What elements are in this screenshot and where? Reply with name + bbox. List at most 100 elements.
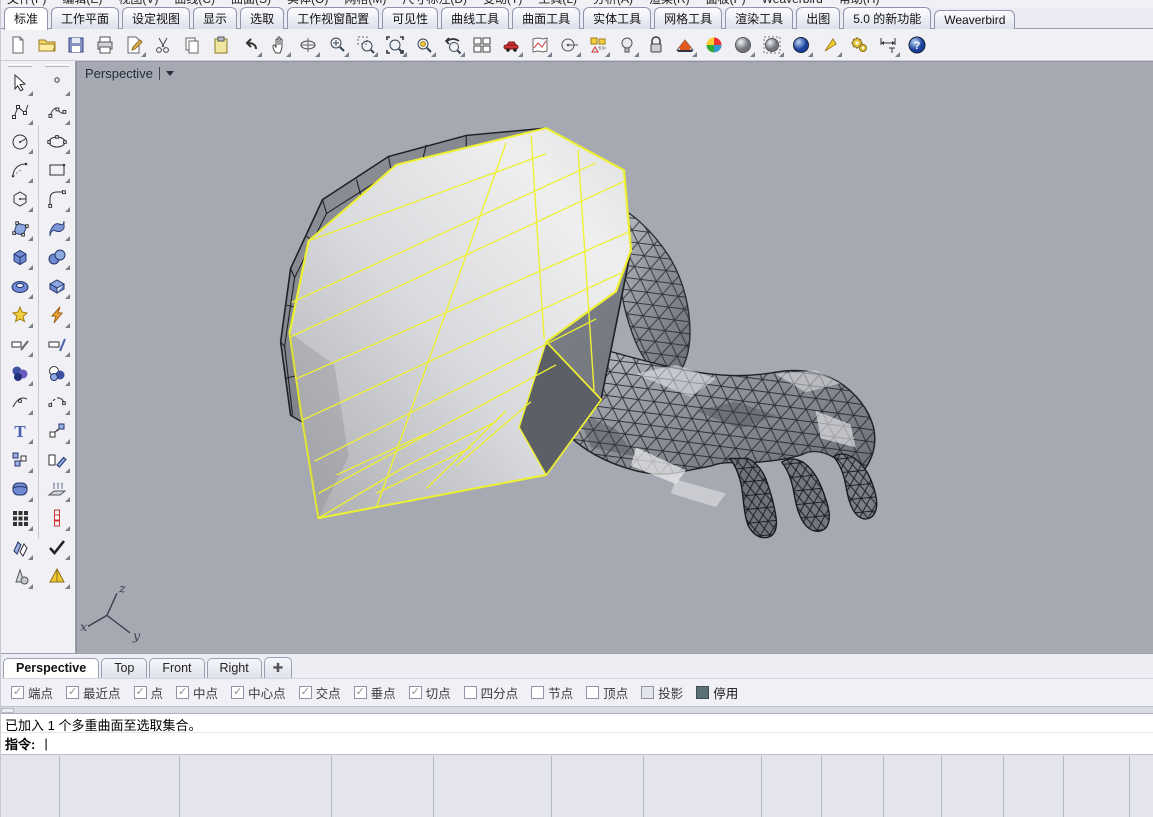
- viewport-canvas[interactable]: z x y: [77, 62, 1153, 653]
- menu-item[interactable]: 工具(L): [538, 0, 577, 7]
- ribbon-tab[interactable]: 工作视窗配置: [287, 7, 379, 29]
- open-file-icon[interactable]: [34, 32, 60, 58]
- menu-item[interactable]: 视图(V): [118, 0, 158, 7]
- boolean-spheres-icon[interactable]: [43, 243, 71, 271]
- osnap-checkbox[interactable]: [354, 686, 367, 699]
- osnap-toggle[interactable]: 顶点: [586, 683, 628, 702]
- curved-surface-icon[interactable]: [43, 214, 71, 242]
- menu-item[interactable]: 实体(O): [287, 0, 328, 7]
- select-arrow-icon[interactable]: [6, 69, 34, 97]
- osnap-disable-toggle[interactable]: 停用: [696, 683, 738, 702]
- zoom-extents-icon[interactable]: [382, 32, 408, 58]
- osnap-disable-checkbox[interactable]: [696, 686, 709, 699]
- trim-icon[interactable]: [6, 330, 34, 358]
- zoom-window-icon[interactable]: [353, 32, 379, 58]
- options-gears-icon[interactable]: [846, 32, 872, 58]
- star-burst-icon[interactable]: [6, 301, 34, 329]
- prism-group-icon[interactable]: [6, 533, 34, 561]
- osnap-checkbox[interactable]: [299, 686, 312, 699]
- viewport-perspective[interactable]: Perspective: [76, 61, 1153, 653]
- pan-hand-icon[interactable]: [266, 32, 292, 58]
- polygon-icon[interactable]: [6, 185, 34, 213]
- menu-item[interactable]: 帮助(H): [839, 0, 880, 7]
- split-icon[interactable]: [43, 330, 71, 358]
- menu-item[interactable]: 变动(T): [483, 0, 522, 7]
- ribbon-tab[interactable]: 曲面工具: [512, 7, 580, 29]
- ribbon-tab[interactable]: 标准: [4, 7, 48, 30]
- linear-array-icon[interactable]: [43, 504, 71, 532]
- menu-item[interactable]: 分析(A): [593, 0, 633, 7]
- osnap-checkbox[interactable]: [176, 686, 189, 699]
- ribbon-tab[interactable]: 出图: [796, 7, 840, 29]
- command-line[interactable]: 指令: |: [1, 733, 1153, 754]
- menu-item[interactable]: 编辑(E): [62, 0, 102, 7]
- ribbon-tab[interactable]: 可见性: [382, 7, 438, 29]
- paste-icon[interactable]: [208, 32, 234, 58]
- explode-lightning-icon[interactable]: [43, 301, 71, 329]
- viewport-tab[interactable]: ✚: [264, 657, 292, 678]
- menu-item[interactable]: 曲线(C): [174, 0, 215, 7]
- blocks-icon[interactable]: [6, 446, 34, 474]
- zoom-selected-icon[interactable]: [411, 32, 437, 58]
- osnap-toggle[interactable]: 交点: [299, 683, 341, 702]
- undo-icon[interactable]: [237, 32, 263, 58]
- cut-icon[interactable]: [150, 32, 176, 58]
- shaded-display-icon[interactable]: [730, 32, 756, 58]
- text-icon[interactable]: T: [6, 417, 34, 445]
- single-point-icon[interactable]: [43, 69, 71, 97]
- menu-item[interactable]: 曲面(S): [231, 0, 271, 7]
- osnap-checkbox[interactable]: [409, 686, 422, 699]
- save-icon[interactable]: [63, 32, 89, 58]
- walkabout-car-icon[interactable]: [498, 32, 524, 58]
- viewport-tab[interactable]: Perspective: [3, 658, 99, 678]
- ghosted-display-icon[interactable]: [759, 32, 785, 58]
- osnap-toggle[interactable]: 端点: [11, 683, 53, 702]
- array-grid-icon[interactable]: [6, 504, 34, 532]
- osnap-checkbox[interactable]: [641, 686, 654, 699]
- osnap-toggle[interactable]: 点: [134, 683, 164, 702]
- menu-item[interactable]: Weaverbird: [762, 0, 823, 7]
- undo-view-icon[interactable]: [440, 32, 466, 58]
- viewport-tab[interactable]: Front: [149, 658, 204, 678]
- viewport-menu-arrow-icon[interactable]: [166, 71, 174, 76]
- splitter-knob[interactable]: [1, 708, 14, 713]
- ribbon-tab[interactable]: 5.0 的新功能: [843, 7, 931, 29]
- camera-target-icon[interactable]: [556, 32, 582, 58]
- ribbon-tab[interactable]: 渲染工具: [725, 7, 793, 29]
- boolean-union-icon[interactable]: [6, 359, 34, 387]
- menu-item[interactable]: 文件(F): [7, 0, 46, 7]
- dimension-icon[interactable]: [875, 32, 901, 58]
- zoom-dynamic-icon[interactable]: [324, 32, 350, 58]
- osnap-checkbox[interactable]: [531, 686, 544, 699]
- print-icon[interactable]: [92, 32, 118, 58]
- copy-icon[interactable]: [179, 32, 205, 58]
- move-icon[interactable]: [43, 417, 71, 445]
- ribbon-tab[interactable]: 显示: [193, 7, 237, 29]
- ribbon-tab[interactable]: 工作平面: [51, 7, 119, 29]
- toolbar-grip[interactable]: [8, 64, 32, 67]
- new-document-icon[interactable]: [5, 32, 31, 58]
- ribbon-tab[interactable]: 选取: [240, 7, 284, 29]
- ellipse-icon[interactable]: [43, 127, 71, 155]
- ribbon-tab[interactable]: Weaverbird: [934, 10, 1015, 29]
- spotlight-icon[interactable]: [817, 32, 843, 58]
- rotate-pencil-icon[interactable]: [43, 446, 71, 474]
- ribbon-tab[interactable]: 设定视图: [122, 7, 190, 29]
- osnap-checkbox[interactable]: [66, 686, 79, 699]
- mesh-fingers[interactable]: [730, 454, 877, 538]
- interpolate-curve-icon[interactable]: [43, 98, 71, 126]
- select-by-type-icon[interactable]: [585, 32, 611, 58]
- curve-handle-icon[interactable]: [6, 388, 34, 416]
- pyramid-icon[interactable]: [43, 562, 71, 590]
- viewport-tab[interactable]: Top: [101, 658, 147, 678]
- extend-curve-icon[interactable]: [43, 388, 71, 416]
- osnap-checkbox[interactable]: [134, 686, 147, 699]
- help-icon[interactable]: ?: [904, 32, 930, 58]
- command-panel-splitter[interactable]: [1, 706, 1153, 714]
- osnap-toggle[interactable]: 节点: [531, 683, 573, 702]
- point-check-icon[interactable]: [43, 533, 71, 561]
- menu-item[interactable]: 渲染(R): [649, 0, 690, 7]
- viewport-tab[interactable]: Right: [207, 658, 262, 678]
- viewport-layout-icon[interactable]: [469, 32, 495, 58]
- osnap-toggle[interactable]: 中心点: [231, 683, 286, 702]
